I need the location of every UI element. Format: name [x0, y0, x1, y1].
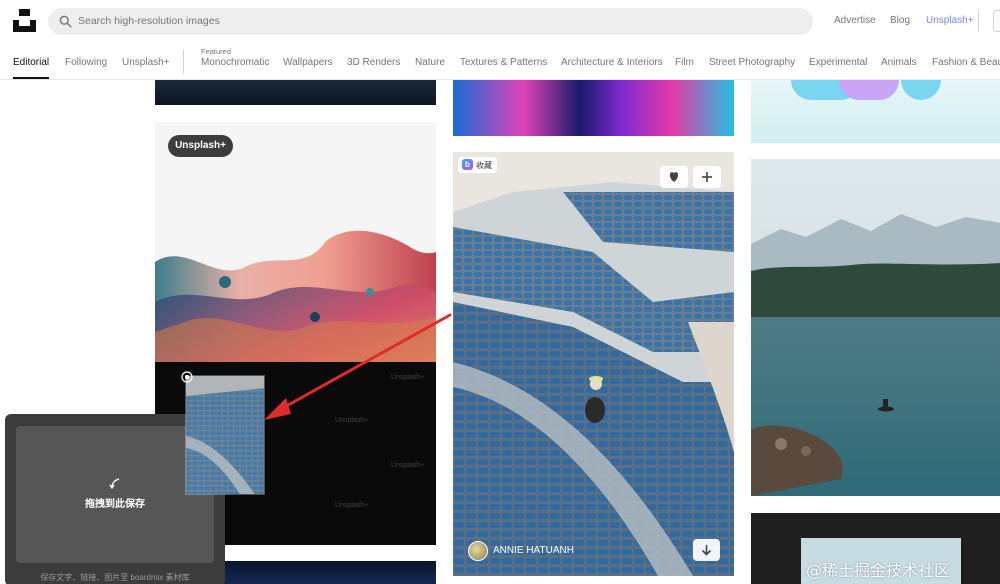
watermark-text: Unsplash+ — [335, 502, 369, 509]
tab-fashion-beauty[interactable]: Fashion & Beau — [932, 57, 1000, 68]
tabs-divider — [183, 50, 184, 74]
tab-architecture-interiors[interactable]: Architecture & Interiors — [561, 57, 663, 68]
site-watermark: @稀土掘金技术社区 — [806, 561, 951, 580]
author-name[interactable]: ANNIE HATUANH — [493, 545, 574, 556]
category-tabs: Editorial Following Unsplash+ Featured M… — [0, 42, 1000, 80]
featured-label: Featured — [201, 47, 232, 56]
download-arrow-icon — [701, 545, 712, 556]
tab-nature[interactable]: Nature — [415, 57, 445, 68]
plus-icon — [702, 172, 712, 182]
tab-wallpapers[interactable]: Wallpapers — [283, 57, 333, 68]
unsplash-plus-link[interactable]: Unsplash+ — [926, 15, 974, 26]
boardmix-collect-button[interactable]: b 收藏 — [458, 157, 497, 173]
tab-editorial[interactable]: Editorial — [13, 57, 49, 68]
drag-cursor-icon — [181, 371, 193, 383]
tab-film[interactable]: Film — [675, 57, 694, 68]
heart-icon — [669, 172, 679, 182]
drop-hint: 保存文字、链接、图片至 boardmix 素材库 — [40, 573, 190, 582]
top-bar: Search high-resolution images Advertise … — [0, 0, 1000, 42]
boardmix-logo-icon: b — [462, 159, 473, 170]
stadium-image — [453, 152, 734, 576]
tab-3d-renders[interactable]: 3D Renders — [347, 57, 400, 68]
photo-card[interactable] — [751, 80, 1000, 143]
tab-textures-patterns[interactable]: Textures & Patterns — [460, 57, 547, 68]
drag-arrow-icon — [109, 478, 120, 490]
tab-experimental[interactable]: Experimental — [809, 57, 867, 68]
tab-following[interactable]: Following — [65, 57, 107, 68]
photo-card[interactable] — [453, 80, 734, 136]
annotation-arrow — [264, 313, 452, 420]
avatar[interactable] — [468, 541, 488, 561]
lake-image — [751, 159, 1000, 496]
blog-link[interactable]: Blog — [890, 15, 910, 26]
dragged-image-thumbnail[interactable] — [185, 375, 265, 495]
tab-street-photography[interactable]: Street Photography — [709, 57, 795, 68]
tab-animals[interactable]: Animals — [881, 57, 917, 68]
collect-label: 收藏 — [476, 161, 492, 170]
watermark-text: Unsplash+ — [391, 462, 425, 469]
photo-card-stadium[interactable] — [453, 152, 734, 576]
like-button[interactable] — [660, 166, 688, 188]
search-icon — [59, 15, 72, 28]
search-input[interactable]: Search high-resolution images — [48, 8, 813, 35]
advertise-link[interactable]: Advertise — [834, 15, 876, 26]
search-placeholder: Search high-resolution images — [78, 15, 220, 27]
add-to-collection-button[interactable] — [693, 166, 721, 188]
unsplash-logo-icon[interactable] — [13, 9, 36, 32]
stadium-thumbnail-image — [186, 376, 264, 494]
download-button[interactable] — [693, 539, 720, 561]
tab-unsplash-plus[interactable]: Unsplash+ — [122, 57, 170, 68]
unsplash-plus-badge: Unsplash+ — [168, 135, 233, 157]
photo-card[interactable] — [155, 80, 436, 105]
submit-photo-button[interactable] — [993, 10, 1000, 32]
active-tab-indicator — [13, 77, 49, 79]
drop-label: 拖拽到此保存 — [85, 499, 145, 510]
photo-card-lake[interactable] — [751, 159, 1000, 496]
nav-divider — [978, 11, 979, 31]
tab-monochromatic[interactable]: Monochromatic — [201, 57, 269, 68]
